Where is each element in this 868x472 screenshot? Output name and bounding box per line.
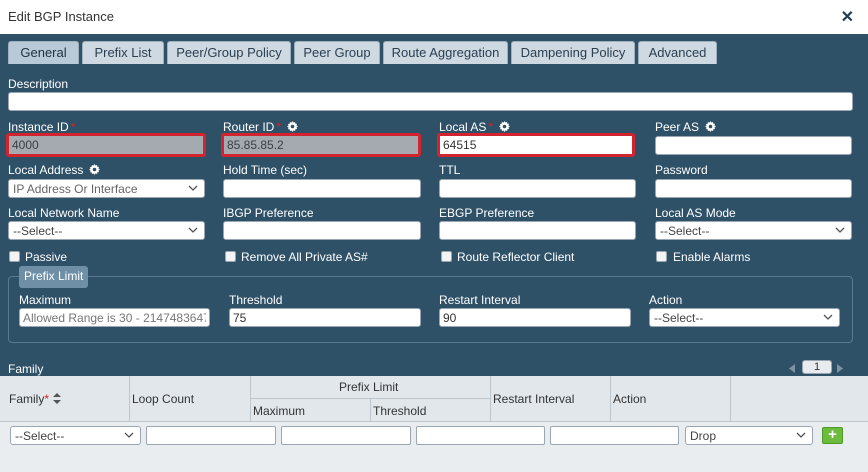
description-input[interactable] bbox=[8, 92, 853, 111]
peer-as-label: Peer AS bbox=[655, 120, 717, 134]
dialog-title: Edit BGP Instance bbox=[8, 9, 114, 24]
passive-checkbox[interactable] bbox=[9, 251, 20, 262]
family-restart-interval-input[interactable] bbox=[550, 426, 679, 445]
chevron-down-icon bbox=[823, 314, 833, 320]
family-action-select[interactable]: Drop bbox=[685, 426, 813, 445]
local-as-mode-label: Local AS Mode bbox=[655, 206, 736, 220]
chevron-down-icon bbox=[835, 227, 845, 233]
prefix-maximum-label: Maximum bbox=[19, 293, 72, 307]
local-address-label: Local Address bbox=[8, 163, 101, 177]
enable-alarms-checkbox[interactable] bbox=[656, 251, 667, 262]
grid-header-threshold: Threshold bbox=[371, 399, 491, 422]
prefix-threshold-label: Threshold bbox=[229, 293, 283, 307]
remove-private-as-checkbox[interactable] bbox=[225, 251, 236, 262]
prefix-restart-interval-input[interactable] bbox=[439, 308, 631, 327]
password-label: Password bbox=[655, 163, 708, 177]
tab-dampening-policy[interactable]: Dampening Policy bbox=[511, 41, 635, 64]
loop-count-input[interactable] bbox=[146, 426, 276, 445]
family-select[interactable]: --Select-- bbox=[10, 426, 141, 445]
prefix-restart-interval-label: Restart Interval bbox=[439, 293, 521, 307]
pager-next-icon[interactable] bbox=[836, 364, 843, 373]
local-as-label: Local AS * bbox=[439, 120, 511, 134]
local-address-select[interactable]: IP Address Or Interface bbox=[8, 179, 205, 198]
route-reflector-client-label: Route Reflector Client bbox=[457, 250, 575, 264]
family-threshold-input[interactable] bbox=[416, 426, 545, 445]
tab-peer-group[interactable]: Peer Group bbox=[294, 41, 380, 64]
dialog-titlebar: Edit BGP Instance ✕ bbox=[0, 0, 868, 34]
ebgp-preference-label: EBGP Preference bbox=[439, 206, 535, 220]
prefix-limit-legend: Prefix Limit bbox=[19, 266, 89, 288]
remove-private-as-label: Remove All Private AS# bbox=[241, 250, 368, 264]
family-section-label: Family bbox=[8, 362, 44, 376]
tab-prefix-list[interactable]: Prefix List bbox=[82, 41, 164, 64]
peer-as-input[interactable] bbox=[655, 136, 852, 155]
grid-header-loop-count: Loop Count bbox=[130, 376, 251, 422]
gear-icon[interactable] bbox=[89, 164, 101, 175]
dialog-body: General Prefix List Peer/Group Policy Pe… bbox=[0, 34, 868, 472]
local-network-name-select[interactable]: --Select-- bbox=[8, 221, 205, 240]
gear-icon[interactable] bbox=[287, 121, 299, 132]
family-grid: Family* Loop Count Prefix Limit Maximum … bbox=[0, 376, 868, 472]
tab-advanced[interactable]: Advanced bbox=[638, 41, 717, 64]
pager-page-number: 1 bbox=[802, 360, 832, 374]
ttl-label: TTL bbox=[439, 163, 461, 177]
instance-id-label: Instance ID * bbox=[8, 120, 76, 134]
route-reflector-client-checkbox[interactable] bbox=[441, 251, 452, 262]
local-as-mode-select[interactable]: --Select-- bbox=[655, 221, 852, 240]
sort-icon[interactable] bbox=[53, 393, 62, 404]
chevron-down-icon bbox=[188, 185, 198, 191]
family-maximum-input[interactable] bbox=[281, 426, 411, 445]
close-icon[interactable]: ✕ bbox=[841, 7, 854, 27]
grid-header-family[interactable]: Family* bbox=[0, 376, 130, 422]
router-id-input[interactable] bbox=[221, 133, 421, 157]
grid-header-prefix-limit: Prefix Limit bbox=[251, 376, 491, 399]
tab-route-aggregation[interactable]: Route Aggregation bbox=[383, 41, 508, 64]
description-label: Description bbox=[8, 77, 69, 91]
prefix-action-select[interactable]: --Select-- bbox=[649, 308, 840, 327]
add-row-button[interactable]: + bbox=[822, 427, 843, 444]
passive-label: Passive bbox=[25, 250, 68, 264]
router-id-label: Router ID * bbox=[223, 120, 299, 134]
grid-header-spacer bbox=[731, 376, 868, 422]
grid-header-restart-interval: Restart Interval bbox=[491, 376, 611, 422]
hold-time-label: Hold Time (sec) bbox=[223, 163, 308, 177]
grid-header-action: Action bbox=[611, 376, 731, 422]
ibgp-preference-input[interactable] bbox=[223, 221, 421, 240]
ebgp-preference-input[interactable] bbox=[439, 221, 636, 240]
local-as-input[interactable] bbox=[437, 133, 635, 157]
tab-general[interactable]: General bbox=[8, 41, 79, 64]
enable-alarms-label: Enable Alarms bbox=[673, 250, 751, 264]
local-network-name-label: Local Network Name bbox=[8, 206, 120, 220]
prefix-threshold-input[interactable] bbox=[229, 308, 421, 327]
prefix-action-label: Action bbox=[649, 293, 683, 307]
ttl-input[interactable] bbox=[439, 179, 636, 198]
password-input[interactable] bbox=[655, 179, 852, 198]
hold-time-input[interactable] bbox=[223, 179, 421, 198]
chevron-down-icon bbox=[124, 432, 134, 438]
instance-id-input[interactable] bbox=[6, 133, 206, 157]
ibgp-preference-label: IBGP Preference bbox=[223, 206, 314, 220]
prefix-maximum-input[interactable] bbox=[19, 308, 210, 327]
pager-prev-icon[interactable] bbox=[789, 364, 796, 373]
grid-header-maximum: Maximum bbox=[251, 399, 371, 422]
tab-peer-group-policy[interactable]: Peer/Group Policy bbox=[167, 41, 291, 64]
chevron-down-icon bbox=[796, 432, 806, 438]
gear-icon[interactable] bbox=[499, 121, 511, 132]
gear-icon[interactable] bbox=[705, 121, 717, 132]
chevron-down-icon bbox=[188, 227, 198, 233]
